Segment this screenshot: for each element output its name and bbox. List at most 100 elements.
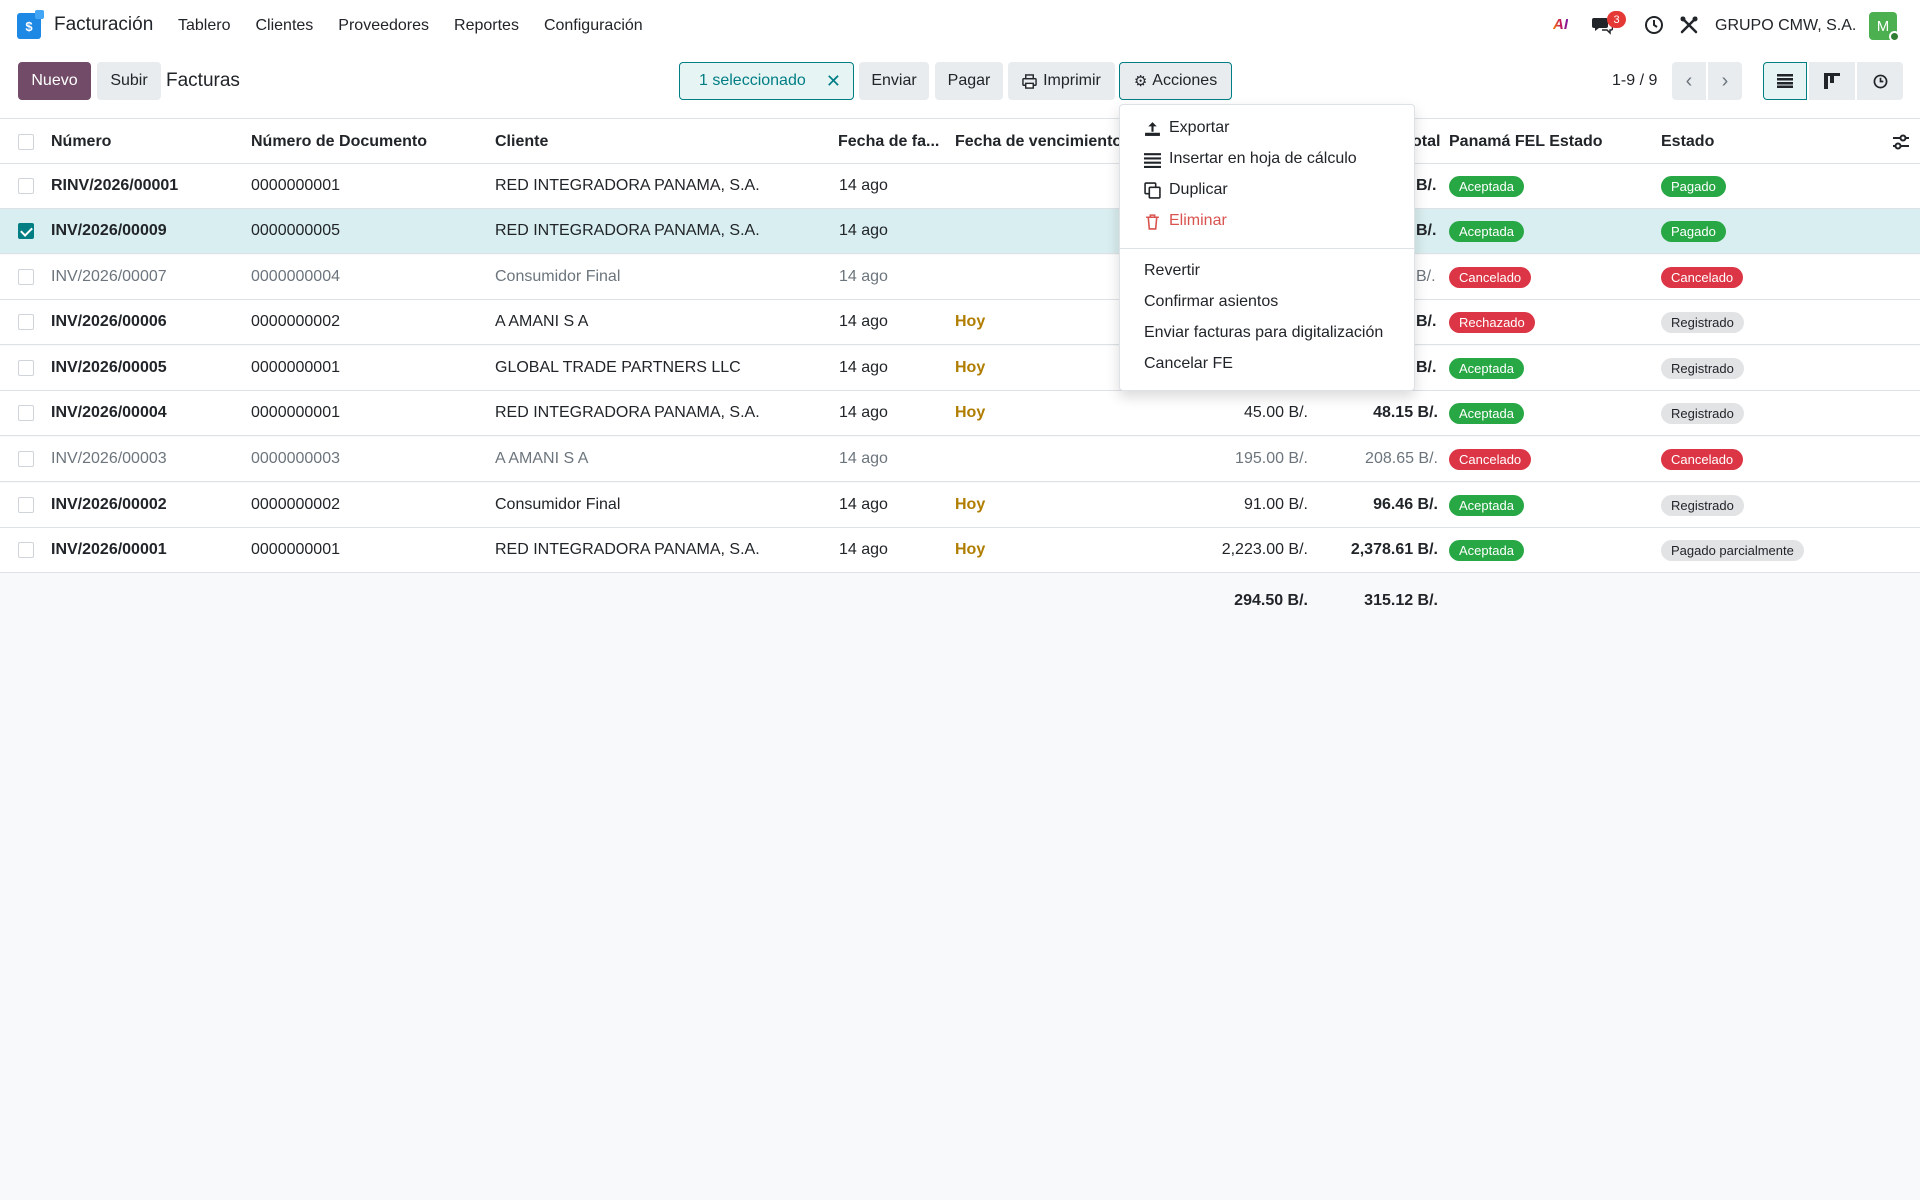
status-badge: Pagado [1661,176,1726,197]
top-navbar: $ Facturación Tablero Clientes Proveedor… [0,0,1920,52]
menu-item-delete-label: Eliminar [1169,212,1227,229]
row-checkbox[interactable] [18,360,34,376]
column-header-cliente[interactable]: Cliente [495,133,548,151]
menu-item-confirm-entries[interactable]: Confirmar asientos [1144,293,1278,311]
row-checkbox[interactable] [18,314,34,330]
app-logo-icon[interactable]: $ [17,10,44,39]
status-badge: Cancelado [1661,449,1744,470]
column-header-fel[interactable]: Panamá FEL Estado [1449,133,1603,151]
column-header-total[interactable]: otal [1412,133,1440,151]
column-header-estado[interactable]: Estado [1661,133,1714,151]
column-settings-icon[interactable] [1892,134,1910,150]
cell-total: B/. [1416,268,1436,285]
cell-numero: INV/2026/00003 [51,450,167,467]
row-checkbox[interactable] [18,269,34,285]
cell-documento: 0000000001 [251,541,340,558]
menu-item-delete[interactable]: Eliminar [1144,212,1227,230]
table-row[interactable]: INV/2026/00009 0000000005 RED INTEGRADOR… [0,209,1920,254]
cell-base: 195.00 B/. [1235,450,1308,467]
kanban-icon [1824,73,1840,89]
row-checkbox[interactable] [18,497,34,513]
menu-item-clientes[interactable]: Clientes [255,17,313,35]
pay-button[interactable]: Pagar [935,62,1003,100]
table-row[interactable]: INV/2026/00005 0000000001 GLOBAL TRADE P… [0,346,1920,391]
cell-base: 2,223.00 B/. [1221,541,1308,558]
send-button[interactable]: Enviar [859,62,929,100]
user-status-icon [1889,31,1900,42]
table-row[interactable]: INV/2026/00004 0000000001 RED INTEGRADOR… [0,391,1920,436]
company-switcher[interactable]: GRUPO CMW, S.A. [1715,17,1856,35]
column-header-documento[interactable]: Número de Documento [251,133,427,151]
clear-selection-icon[interactable]: ✕ [826,71,841,92]
upload-button[interactable]: Subir [97,62,161,100]
app-name[interactable]: Facturación [54,14,153,36]
menu-item-tablero[interactable]: Tablero [178,17,230,35]
cell-cliente: A AMANI S A [495,450,589,467]
cell-numero: INV/2026/00007 [51,268,167,285]
list-view-button[interactable] [1763,62,1807,100]
status-badge: Registrado [1661,312,1744,333]
invoice-list: Número Número de Documento Cliente Fecha… [0,118,1920,1200]
cell-total: B/. [1416,313,1437,330]
activity-view-button[interactable] [1857,62,1903,100]
menu-item-cancel-fe[interactable]: Cancelar FE [1144,355,1233,373]
table-row[interactable]: INV/2026/00003 0000000003 A AMANI S A 14… [0,437,1920,482]
tools-icon[interactable] [1679,15,1699,35]
print-button[interactable]: Imprimir [1008,62,1115,100]
trash-icon [1146,213,1159,230]
menu-item-revert[interactable]: Revertir [1144,262,1200,280]
status-badge: Cancelado [1661,267,1744,288]
cell-vencimiento: Hoy [955,541,986,558]
ai-assistant-icon[interactable]: AI [1553,16,1568,33]
table-row[interactable]: INV/2026/00007 0000000004 Consumidor Fin… [0,255,1920,300]
fel-status-badge: Aceptada [1449,540,1524,561]
menu-item-spreadsheet[interactable]: Insertar en hoja de cálculo [1144,150,1357,168]
row-checkbox[interactable] [18,223,34,239]
fel-status-badge: Cancelado [1449,449,1532,470]
pager-value[interactable]: 1-9 / 9 [1612,72,1657,90]
table-row[interactable]: INV/2026/00006 0000000002 A AMANI S A 14… [0,300,1920,345]
row-checkbox[interactable] [18,178,34,194]
actions-button[interactable]: ⚙ Acciones [1119,62,1232,100]
status-badge: Registrado [1661,495,1744,516]
actions-dropdown: Exportar Insertar en hoja de cálculo Dup… [1119,104,1415,391]
table-row[interactable]: INV/2026/00002 0000000002 Consumidor Fin… [0,483,1920,528]
pager-previous-button[interactable]: ‹ [1672,62,1706,100]
total-amount: 315.12 B/. [1364,592,1438,609]
table-row[interactable]: RINV/2026/00001 0000000001 RED INTEGRADO… [0,164,1920,209]
cell-total: B/. [1416,359,1437,376]
select-all-checkbox[interactable] [18,134,34,150]
kanban-view-button[interactable] [1809,62,1855,100]
total-base: 294.50 B/. [1234,592,1308,609]
pager-next-button[interactable]: › [1708,62,1742,100]
status-badge: Pagado [1661,221,1726,242]
main-menu: Tablero Clientes Proveedores Reportes Co… [178,17,643,35]
cell-cliente: RED INTEGRADORA PANAMA, S.A. [495,222,760,239]
row-checkbox[interactable] [18,405,34,421]
cell-numero: RINV/2026/00001 [51,177,179,194]
row-checkbox[interactable] [18,451,34,467]
clock-icon[interactable] [1644,15,1664,35]
cell-total: B/. [1416,177,1437,194]
print-label: Imprimir [1043,72,1101,89]
menu-item-send-digitization[interactable]: Enviar facturas para digitalización [1144,324,1383,342]
cell-total: 208.65 B/. [1365,450,1438,467]
menu-item-proveedores[interactable]: Proveedores [338,17,429,35]
menu-item-reportes[interactable]: Reportes [454,17,519,35]
selection-indicator: 1 seleccionado ✕ [679,62,854,100]
fel-status-badge: Aceptada [1449,176,1524,197]
row-checkbox[interactable] [18,542,34,558]
menu-item-export[interactable]: Exportar [1144,119,1229,137]
cell-cliente: RED INTEGRADORA PANAMA, S.A. [495,541,760,558]
cell-documento: 0000000003 [251,450,340,467]
menu-item-duplicate[interactable]: Duplicar [1144,181,1228,199]
status-badge: Registrado [1661,358,1744,379]
table-row[interactable]: INV/2026/00001 0000000001 RED INTEGRADOR… [0,528,1920,573]
column-header-fecha[interactable]: Fecha de fa... [838,133,939,151]
new-button[interactable]: Nuevo [18,62,91,100]
cell-fecha: 14 ago [839,222,888,239]
column-header-numero[interactable]: Número [51,133,111,151]
menu-item-configuracion[interactable]: Configuración [544,17,643,35]
cell-fecha: 14 ago [839,359,888,376]
column-header-vencimiento[interactable]: Fecha de vencimiento [955,133,1122,151]
